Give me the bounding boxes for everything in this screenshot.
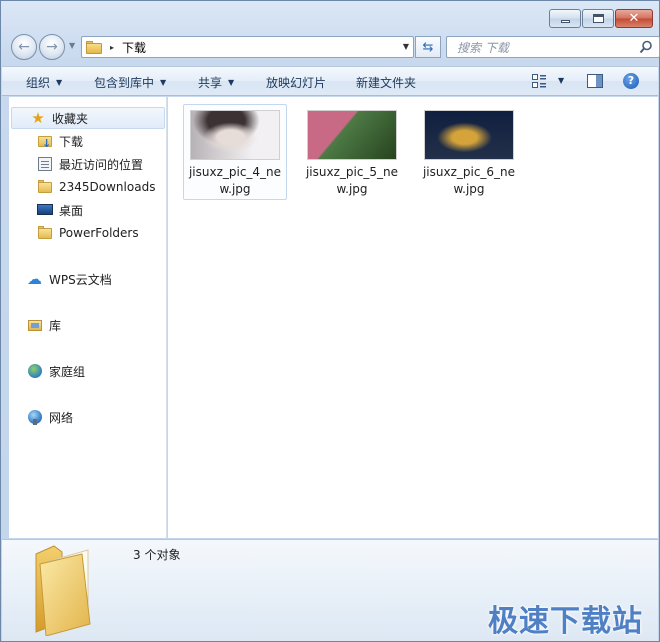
sidebar-item-homegroup[interactable]: 家庭组 — [27, 360, 85, 382]
downloads-folder-icon: ↓ — [37, 133, 53, 150]
search-input[interactable]: 搜索 下载 — [457, 39, 509, 56]
folder-icon — [35, 545, 91, 636]
sidebar-item-2345downloads[interactable]: 2345Downloads — [37, 176, 155, 198]
file-item[interactable]: jisuxz_pic_4_ne w.jpg — [183, 104, 287, 200]
folder-icon — [37, 179, 53, 195]
breadcrumb-separator-icon[interactable]: ▸ — [110, 43, 114, 52]
preview-pane-toggle[interactable] — [587, 74, 603, 88]
help-button[interactable]: ? — [623, 73, 639, 89]
maximize-button[interactable] — [582, 9, 614, 28]
refresh-button[interactable]: ⇆ — [415, 36, 441, 58]
minimize-icon — [560, 20, 570, 23]
recent-places-icon — [37, 156, 53, 172]
navigation-bar: ← → ▼ ▸ 下载 ▼ ⇆ 搜索 下载 — [9, 33, 660, 61]
sidebar-item-powerfolders[interactable]: PowerFolders — [37, 222, 139, 244]
chevron-down-icon: ▼ — [228, 78, 235, 87]
sidebar-item-libraries[interactable]: 库 — [27, 314, 61, 336]
back-arrow-icon: ← — [18, 39, 30, 55]
star-icon: ★ — [31, 109, 45, 127]
folder-icon — [86, 40, 102, 54]
sidebar-item-downloads[interactable]: ↓ 下载 — [37, 130, 83, 152]
sidebar-item-label: 2345Downloads — [59, 180, 156, 194]
sidebar-item-wps-cloud[interactable]: ☁ WPS云文档 — [27, 268, 112, 290]
sidebar-item-favorites[interactable]: ★ 收藏夹 — [11, 107, 165, 129]
file-item[interactable]: jisuxz_pic_6_ne w.jpg — [417, 104, 521, 200]
library-icon — [27, 317, 43, 333]
sidebar-item-label: 家庭组 — [49, 364, 86, 379]
maximize-icon — [592, 14, 604, 23]
image-thumbnail — [190, 110, 280, 160]
change-view-icon[interactable] — [532, 74, 546, 88]
share-label: 共享 — [198, 76, 223, 90]
address-bar[interactable]: ▸ 下载 ▼ — [81, 36, 414, 58]
sidebar-item-label: 下载 — [59, 134, 84, 149]
desktop-icon — [37, 202, 53, 218]
back-button[interactable]: ← — [11, 34, 37, 60]
recent-pages-dropdown[interactable]: ▼ — [69, 41, 75, 50]
organize-menu[interactable]: 组织 ▼ — [26, 74, 62, 91]
command-bar: 组织 ▼ 包含到库中 ▼ 共享 ▼ 放映幻灯片 新建文件夹 ▼ ? — [2, 66, 658, 96]
forward-button[interactable]: → — [39, 34, 65, 60]
chevron-down-icon: ▼ — [56, 78, 63, 87]
file-name: jisuxz_pic_4_ne w.jpg — [188, 165, 282, 196]
file-item[interactable]: jisuxz_pic_5_ne w.jpg — [300, 104, 404, 200]
new-folder-button[interactable]: 新建文件夹 — [356, 74, 416, 91]
minimize-button[interactable] — [549, 9, 581, 28]
slideshow-button[interactable]: 放映幻灯片 — [266, 74, 326, 91]
sidebar-item-label: 库 — [49, 318, 62, 333]
refresh-icon: ⇆ — [422, 39, 434, 55]
organize-label: 组织 — [26, 76, 51, 90]
homegroup-icon — [27, 363, 43, 379]
breadcrumb-current-folder[interactable]: 下载 — [122, 39, 146, 56]
chevron-down-icon: ▼ — [160, 78, 167, 87]
navigation-pane[interactable]: ★ 收藏夹 ↓ 下载 最近访问的位置 2345Downloads 桌面 Powe… — [9, 97, 167, 538]
file-list[interactable]: jisuxz_pic_4_ne w.jpg jisuxz_pic_5_ne w.jp… — [168, 97, 652, 538]
search-icon[interactable] — [639, 40, 653, 54]
sidebar-item-recent-places[interactable]: 最近访问的位置 — [37, 153, 143, 175]
share-menu[interactable]: 共享 ▼ — [198, 74, 234, 91]
explorer-window: ✕ ← → ▼ ▸ 下载 ▼ ⇆ 搜索 下载 组织 ▼ 包含到库中 ▼ 共享 ▼ 放映… — [0, 0, 660, 642]
view-options-dropdown[interactable]: ▼ — [558, 76, 564, 85]
include-in-library-label: 包含到库中 — [94, 76, 155, 90]
forward-arrow-icon: → — [46, 39, 58, 55]
sidebar-item-label: WPS云文档 — [49, 272, 112, 287]
details-pane: 3 个对象 极速下载站 — [2, 539, 658, 641]
folder-icon — [37, 225, 53, 241]
sidebar-item-label: PowerFolders — [59, 226, 139, 240]
caption-buttons: ✕ — [549, 9, 653, 28]
search-box[interactable]: 搜索 下载 — [446, 36, 660, 58]
item-count: 3 个对象 — [133, 548, 181, 562]
sidebar-item-label: 最近访问的位置 — [59, 157, 144, 172]
image-thumbnail — [307, 110, 397, 160]
watermark-logo: 极速下载站 — [488, 604, 643, 639]
sidebar-item-label: 收藏夹 — [52, 111, 89, 126]
include-in-library-menu[interactable]: 包含到库中 ▼ — [94, 74, 166, 91]
sidebar-item-label: 桌面 — [59, 203, 84, 218]
sidebar-item-network[interactable]: 网络 — [27, 406, 73, 428]
sidebar-item-desktop[interactable]: 桌面 — [37, 199, 83, 221]
close-icon: ✕ — [628, 11, 640, 26]
file-name: jisuxz_pic_5_ne w.jpg — [305, 165, 399, 196]
file-name: jisuxz_pic_6_ne w.jpg — [422, 165, 516, 196]
image-thumbnail — [424, 110, 514, 160]
address-history-dropdown[interactable]: ▼ — [403, 42, 409, 51]
sidebar-item-label: 网络 — [49, 410, 74, 425]
network-icon — [27, 409, 43, 425]
cloud-icon: ☁ — [27, 270, 42, 288]
close-button[interactable]: ✕ — [615, 9, 653, 28]
